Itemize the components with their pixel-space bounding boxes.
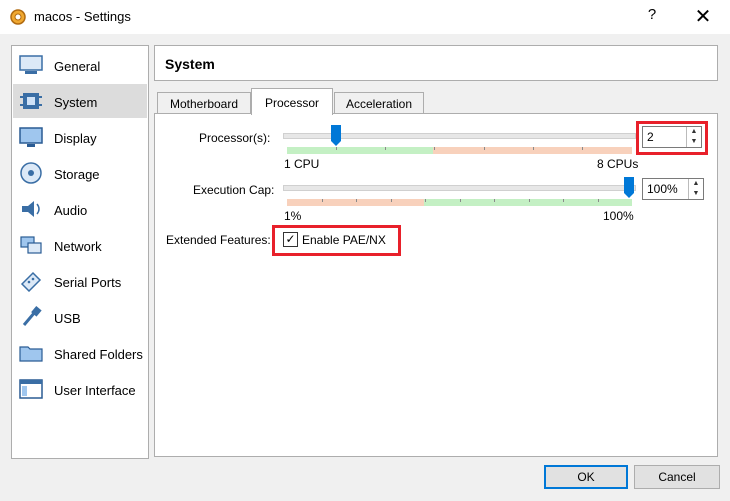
sidebar-item-shared-folders[interactable]: Shared Folders (13, 336, 147, 370)
sidebar-item-label: Display (54, 131, 97, 146)
sidebar-item-general[interactable]: General (13, 48, 147, 82)
sidebar-item-display[interactable]: Display (13, 120, 147, 154)
tab-motherboard[interactable]: Motherboard (157, 92, 251, 114)
execution-cap-slider-thumb[interactable] (624, 177, 634, 198)
general-icon (19, 55, 43, 74)
usb-icon (22, 306, 42, 326)
audio-icon (22, 201, 40, 217)
sidebar-item-label: USB (54, 311, 81, 326)
cancel-button[interactable]: Cancel (634, 465, 720, 489)
sidebar-item-label: Audio (54, 203, 88, 218)
sidebar-item-user-interface[interactable]: User Interface (13, 372, 147, 406)
pae-nx-highlight-box (272, 225, 401, 256)
execution-cap-min-label: 1% (284, 209, 302, 223)
title-bar: macos - Settings ? ✕ (0, 0, 730, 34)
window-title: macos - Settings (34, 9, 131, 24)
network-icon (20, 236, 42, 254)
execution-cap-scale (287, 199, 632, 206)
sidebar-item-label: Storage (54, 167, 100, 182)
sidebar-item-system[interactable]: System (13, 84, 147, 118)
processor-max-label: 8 CPUs (597, 157, 639, 171)
page-header: System (154, 45, 718, 81)
close-button[interactable]: ✕ (688, 4, 718, 29)
processor-highlight-box (636, 121, 708, 155)
tab-acceleration[interactable]: Acceleration (334, 92, 424, 114)
sidebar-item-audio[interactable]: Audio (13, 192, 147, 226)
execution-cap-spinbox[interactable]: 100% ▲ ▼ (642, 178, 704, 200)
processor-scale (287, 147, 632, 154)
page-title: System (165, 56, 215, 72)
execution-cap-max-label: 100% (603, 209, 634, 223)
execution-cap-value: 100% (647, 182, 678, 196)
processor-slider-thumb[interactable] (331, 125, 341, 146)
storage-icon (20, 162, 42, 184)
sidebar-item-network[interactable]: Network (13, 228, 147, 262)
execution-cap-slider-track[interactable] (283, 185, 636, 191)
sidebar-item-label: Shared Folders (54, 347, 143, 362)
extended-features-label: Extended Features: (166, 233, 271, 247)
sidebar-item-serial-ports[interactable]: Serial Ports (13, 264, 147, 298)
virtualbox-gear-icon (10, 9, 26, 25)
processor-count-label: Processor(s): (199, 131, 271, 145)
user-interface-icon (19, 379, 43, 399)
sidebar-item-label: General (54, 59, 101, 74)
sidebar-item-usb[interactable]: USB (13, 300, 147, 334)
sidebar-item-label: System (54, 95, 98, 110)
sidebar-item-label: Serial Ports (54, 275, 122, 290)
help-button[interactable]: ? (640, 6, 664, 23)
sidebar-item-label: User Interface (54, 383, 136, 398)
ok-button[interactable]: OK (544, 465, 628, 489)
tab-processor[interactable]: Processor (251, 88, 333, 115)
sidebar-item-label: Network (54, 239, 102, 254)
sidebar-item-storage[interactable]: Storage (13, 156, 147, 190)
shared-folders-icon (19, 346, 43, 362)
display-icon (19, 127, 43, 147)
spin-arrows-icon[interactable]: ▲ ▼ (688, 179, 703, 199)
execution-cap-label: Execution Cap: (193, 183, 275, 197)
processor-min-label: 1 CPU (284, 157, 320, 171)
settings-sidebar: General System Display Storage Audio Net… (11, 45, 149, 459)
serial-ports-icon (20, 271, 42, 292)
system-chip-icon (20, 93, 42, 109)
